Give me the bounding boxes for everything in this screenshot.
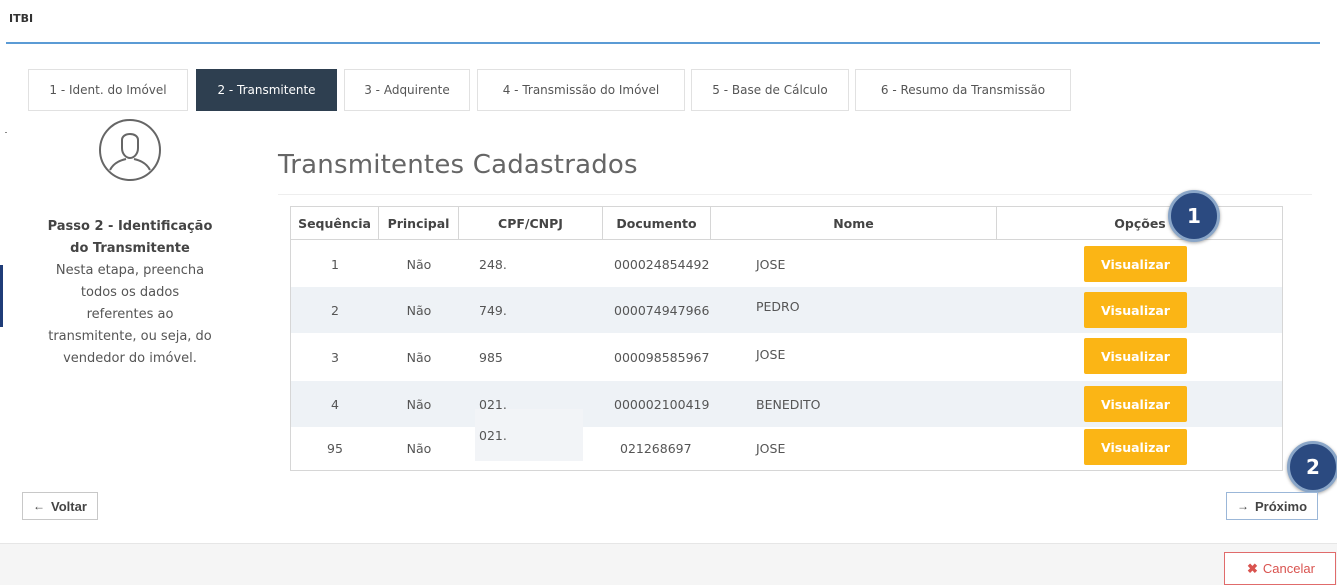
visualizar-button[interactable]: Visualizar	[1084, 429, 1187, 465]
cell-principal: Não	[406, 302, 432, 318]
title-divider	[6, 42, 1320, 44]
cell-principal: Não	[406, 256, 432, 272]
next-button[interactable]: → Próximo	[1226, 492, 1319, 520]
page-marker	[5, 132, 7, 133]
cell-cpf: 985	[479, 349, 503, 365]
table-header: Sequência Principal CPF/CNPJ Documento N…	[291, 207, 1282, 240]
transmitentes-table: Sequência Principal CPF/CNPJ Documento N…	[290, 206, 1283, 471]
visualizar-button[interactable]: Visualizar	[1084, 386, 1187, 422]
annotation-badge-1: 1	[1168, 190, 1220, 242]
cancel-button[interactable]: ✖ Cancelar	[1224, 552, 1336, 585]
step-desc-line: referentes ao	[86, 307, 174, 322]
tab-label: 6 - Resumo da Transmissão	[880, 83, 1046, 97]
cell-sequencia: 95	[327, 440, 343, 456]
back-label: Voltar	[51, 498, 87, 514]
left-edge-bar	[0, 265, 3, 327]
cell-cpf: 021.	[475, 409, 583, 461]
cell-nome: PEDRO	[756, 298, 800, 314]
table-row: 4 Não 021. 000002100419 BENEDITO Visuali…	[291, 381, 1282, 427]
cell-principal: Não	[406, 396, 432, 412]
cell-documento: 000002100419	[614, 396, 710, 412]
step-title-line2: do Transmitente	[70, 241, 190, 256]
cell-principal: Não	[406, 440, 432, 456]
table-row: 1 Não 248. 000024854492 JOSE Visualizar	[291, 241, 1282, 287]
cell-documento: 000074947966	[614, 302, 710, 318]
tab-label: 3 - Adquirente	[364, 83, 450, 97]
cell-documento: 000098585967	[614, 349, 710, 365]
table-row: 95 Não 021. 021268697 JOSE Visualizar	[291, 409, 1282, 469]
next-label: Próximo	[1255, 498, 1308, 514]
footer-bar	[0, 543, 1337, 585]
step-desc-line: vendedor do imóvel.	[63, 351, 197, 366]
cell-sequencia: 4	[331, 396, 339, 412]
tab-label: 4 - Transmissão do Imóvel	[502, 83, 660, 97]
annotation-badge-2: 2	[1287, 441, 1337, 493]
cell-nome: JOSE	[756, 346, 786, 362]
cell-sequencia: 3	[331, 349, 339, 365]
header-nome: Nome	[711, 207, 997, 240]
visualizar-button[interactable]: Visualizar	[1084, 292, 1187, 328]
tab-resumo-transmissao[interactable]: 6 - Resumo da Transmissão	[855, 69, 1071, 111]
tab-transmitente[interactable]: 2 - Transmitente	[196, 69, 337, 111]
header-principal: Principal	[379, 207, 459, 240]
visualizar-button[interactable]: Visualizar	[1084, 338, 1187, 374]
cell-nome: JOSE	[756, 440, 786, 456]
header-cpf-cnpj: CPF/CNPJ	[459, 207, 603, 240]
tab-base-calculo[interactable]: 5 - Base de Cálculo	[691, 69, 849, 111]
step-desc-line: transmitente, ou seja, do	[48, 329, 212, 344]
cell-documento: 000024854492	[614, 256, 710, 272]
tab-ident-imovel[interactable]: 1 - Ident. do Imóvel	[28, 69, 188, 111]
tab-transmissao-imovel[interactable]: 4 - Transmissão do Imóvel	[477, 69, 685, 111]
step-title-line1: Passo 2 - Identificação	[47, 219, 213, 234]
section-title: Transmitentes Cadastrados	[278, 150, 638, 180]
cell-nome: BENEDITO	[756, 396, 821, 412]
arrow-right-icon: →	[1237, 499, 1249, 513]
app-title: ITBI	[9, 12, 34, 25]
cell-sequencia: 1	[331, 256, 339, 272]
back-button[interactable]: ← Voltar	[22, 492, 98, 520]
arrow-left-icon: ←	[33, 499, 45, 513]
cell-documento: 021268697	[620, 440, 692, 456]
tab-label: 2 - Transmitente	[217, 83, 316, 97]
section-divider	[278, 194, 1312, 195]
tab-label: 5 - Base de Cálculo	[712, 83, 828, 97]
cell-cpf: 248.	[479, 256, 507, 272]
tab-label: 1 - Ident. do Imóvel	[49, 83, 167, 97]
cell-cpf: 749.	[479, 302, 507, 318]
user-circle-icon	[99, 119, 161, 181]
cell-principal: Não	[406, 349, 432, 365]
header-documento: Documento	[603, 207, 711, 240]
header-sequencia: Sequência	[291, 207, 379, 240]
table-row: 2 Não 749. 000074947966 PEDRO Visualizar	[291, 287, 1282, 333]
cancel-label: Cancelar	[1262, 561, 1315, 576]
step-desc-line: todos os dados	[80, 285, 180, 300]
visualizar-button[interactable]: Visualizar	[1084, 246, 1187, 282]
close-icon: ✖	[1247, 560, 1258, 576]
table-row: 3 Não 985 000098585967 JOSE Visualizar	[291, 333, 1282, 381]
step-desc-line: Nesta etapa, preencha	[55, 263, 205, 278]
step-description: Passo 2 - Identificação do Transmitente …	[30, 216, 230, 370]
header-opcoes: Opções	[1114, 216, 1166, 231]
cell-sequencia: 2	[331, 302, 339, 318]
cell-nome: JOSE	[756, 256, 786, 272]
tab-adquirente[interactable]: 3 - Adquirente	[344, 69, 470, 111]
